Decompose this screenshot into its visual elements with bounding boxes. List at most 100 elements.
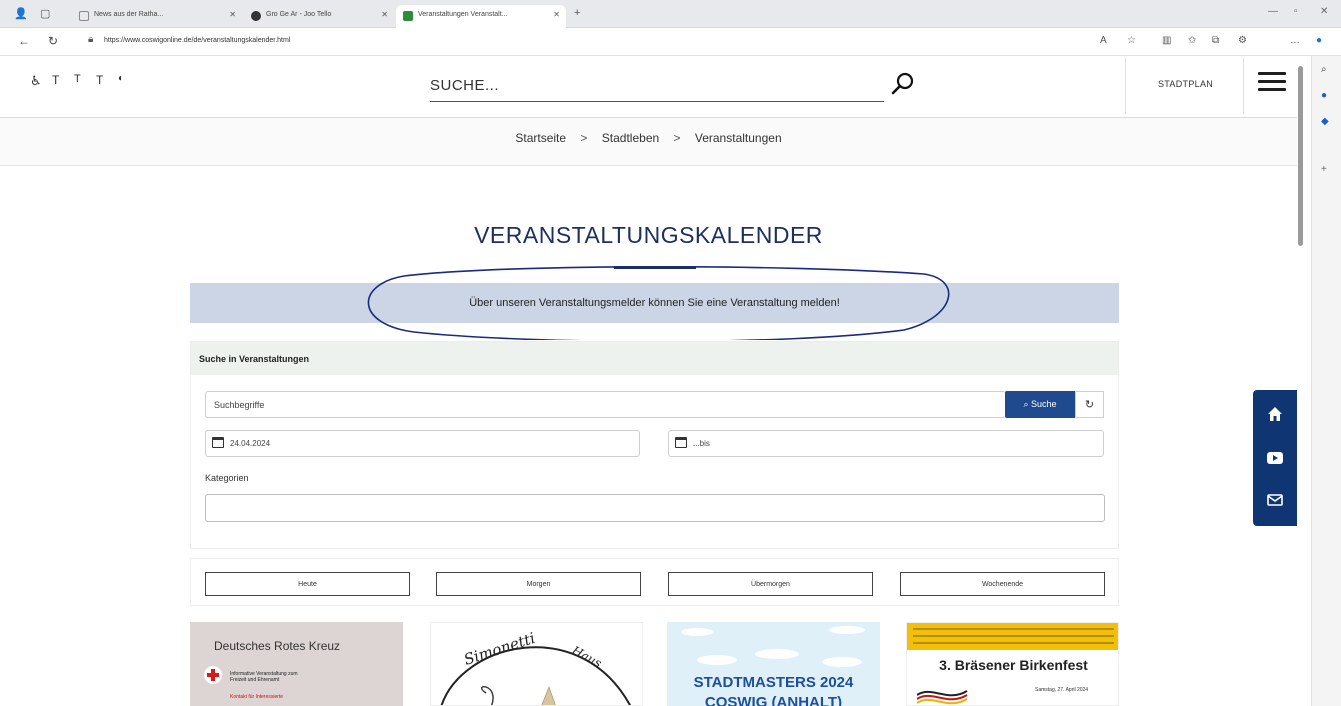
event-card-banner (907, 623, 1118, 650)
breadcrumb-separator: > (580, 131, 588, 145)
add-sidebar-icon[interactable]: + (1321, 164, 1327, 175)
event-card-text: Kontakt für Interessierte (230, 694, 284, 700)
tab-close-icon[interactable]: ✕ (229, 10, 236, 19)
favorite-icon[interactable]: ☆ (1127, 35, 1136, 46)
tab-actions-icon[interactable]: ▢ (40, 7, 50, 20)
maximize-icon[interactable]: ▫ (1294, 6, 1298, 17)
search-icon[interactable]: ⌕ (1321, 64, 1327, 75)
svg-text:Haus: Haus (569, 643, 604, 671)
date-to-placeholder: ...bis (693, 439, 710, 448)
mail-icon[interactable] (1266, 491, 1284, 509)
font-size-large-icon[interactable]: T (96, 73, 103, 87)
scrollbar[interactable] (1298, 66, 1303, 246)
date-from-field[interactable]: 24.04.2024 (205, 430, 640, 457)
browser-address-bar: ← ↻ 🔒︎ https://www.coswigonline.de/de/ve… (0, 28, 1341, 56)
clouds-graphic (681, 626, 865, 667)
event-card-title: Deutsches Rotes Kreuz (214, 639, 341, 653)
youtube-icon[interactable] (1266, 449, 1284, 467)
filter-wochenende-button[interactable]: Wochenende (900, 572, 1105, 596)
search-panel-heading: Suche in Veranstaltungen (191, 342, 1118, 375)
simonetti-haus-logo: Simonetti Haus (440, 629, 631, 705)
tab-title: Veranstaltungen Veranstalt... (418, 11, 508, 18)
back-icon[interactable]: ← (18, 34, 30, 48)
svg-text:Simonetti: Simonetti (462, 629, 538, 669)
site-search (430, 66, 884, 102)
accessibility-icon[interactable]: ♿︎ (30, 73, 42, 89)
page-title: VERANSTALTUNGSKALENDER (474, 222, 823, 248)
filter-heute-button[interactable]: Heute (205, 572, 410, 596)
tab-title: Gro Ge Ar - Joo Tello (266, 11, 332, 18)
tab-title: News aus der Ratha... (94, 11, 164, 18)
tools-icon[interactable]: ◆ (1321, 116, 1329, 127)
reset-icon[interactable]: ↻ (1075, 391, 1104, 418)
page-icon (79, 11, 89, 21)
hamburger-menu-icon[interactable] (1258, 72, 1286, 94)
reload-icon[interactable]: ↻ (48, 34, 58, 48)
filter-uebermorgen-button[interactable]: Übermorgen (668, 572, 873, 596)
categories-label: Kategorien (205, 473, 249, 483)
search-button-label: Suche (1031, 399, 1057, 409)
title-underline (614, 266, 696, 269)
tab-news[interactable]: News aus der Ratha... ✕ (72, 5, 242, 28)
calendar-icon (675, 437, 687, 448)
lock-icon[interactable]: 🔒︎ (88, 34, 93, 45)
event-card-stadtmasters[interactable]: STADTMASTERS 2024 COSWIG (ANHALT) (667, 622, 880, 706)
site-header: ♿︎ T T T ◐ STADTPLAN (0, 56, 1297, 118)
collections-icon[interactable]: ⧉ (1212, 35, 1219, 46)
event-card-title: STADTMASTERS 2024 (693, 674, 854, 691)
url-field[interactable]: https://www.coswigonline.de/de/veranstal… (104, 37, 290, 44)
browser-sidebar: ⌕ ● ◆ + (1311, 56, 1341, 706)
site-search-input[interactable] (430, 72, 850, 98)
minimize-icon[interactable]: — (1268, 6, 1278, 17)
browser-tab-bar: 👤 ▢ News aus der Ratha... ✕ Gro Ge Ar - … (0, 0, 1341, 28)
breadcrumb-stadtleben[interactable]: Stadtleben (602, 131, 659, 145)
date-from-value: 24.04.2024 (230, 439, 271, 448)
shop-icon (251, 11, 261, 21)
font-size-normal-icon[interactable]: T (74, 73, 81, 85)
split-screen-icon[interactable]: ▥ (1162, 35, 1171, 46)
tab-veranstaltungen[interactable]: Veranstaltungen Veranstalt... ✕ (396, 5, 566, 28)
event-report-link[interactable]: Über unseren Veranstaltungsmelder können… (469, 297, 840, 309)
breadcrumb-startseite[interactable]: Startseite (515, 131, 566, 145)
favorites-bar-icon[interactable]: ✩ (1188, 35, 1196, 46)
stadtplan-link[interactable]: STADTPLAN (1158, 79, 1213, 89)
event-card-birkenfest[interactable]: 3. Bräsener Birkenfest Samstag, 27. Apri… (906, 622, 1119, 706)
event-card-simonetti[interactable]: Simonetti Haus (430, 622, 643, 706)
search-button[interactable]: ⌕ Suche (1005, 391, 1075, 418)
extensions-icon[interactable]: ⚙ (1238, 35, 1247, 46)
categories-select[interactable] (205, 494, 1105, 522)
breadcrumb: Startseite > Stadtleben > Veranstaltunge… (0, 118, 1297, 166)
divider (1243, 58, 1244, 114)
date-to-field[interactable]: ...bis (668, 430, 1104, 457)
floating-quick-links (1253, 390, 1297, 526)
breadcrumb-separator: > (673, 131, 681, 145)
contrast-icon[interactable]: ◐ (118, 73, 124, 84)
font-size-small-icon[interactable]: T (52, 73, 59, 87)
breadcrumb-veranstaltungen: Veranstaltungen (694, 131, 782, 145)
red-cross-logo-icon (204, 666, 222, 684)
copilot-icon[interactable]: ● (1316, 35, 1322, 46)
shield-icon (403, 11, 413, 21)
close-window-icon[interactable]: ✕ (1320, 6, 1328, 17)
read-aloud-icon[interactable]: A (1100, 35, 1107, 46)
tab-close-icon[interactable]: ✕ (381, 10, 388, 19)
shopping-icon[interactable]: ● (1321, 90, 1327, 101)
more-icon[interactable]: … (1290, 35, 1300, 46)
profile-icon[interactable]: 👤 (14, 7, 28, 20)
event-card-date: Samstag, 27. April 2024 (1035, 687, 1089, 693)
home-icon[interactable] (1266, 405, 1284, 423)
quick-filter-row: Heute Morgen Übermorgen Wochenende (190, 558, 1119, 606)
event-card-subtitle: COSWIG (ANHALT) (704, 694, 843, 706)
filter-morgen-button[interactable]: Morgen (436, 572, 641, 596)
event-report-notice: Über unseren Veranstaltungsmelder können… (190, 283, 1119, 323)
tab-close-icon[interactable]: ✕ (553, 10, 560, 19)
search-icon[interactable] (890, 71, 916, 97)
calendar-icon (212, 437, 224, 448)
event-card-drk[interactable]: Deutsches Rotes Kreuz Informative Verans… (190, 622, 403, 706)
event-card-title: 3. Bräsener Birkenfest (939, 657, 1088, 673)
search-terms-input[interactable] (205, 391, 1006, 418)
event-card-line: Freizeit und Ehrenamt (230, 677, 280, 683)
new-tab-icon[interactable]: + (574, 7, 580, 19)
tab-shop[interactable]: Gro Ge Ar - Joo Tello ✕ (244, 5, 394, 28)
event-card-text: Informative Veranstaltung zum Freizeit u… (230, 671, 298, 683)
